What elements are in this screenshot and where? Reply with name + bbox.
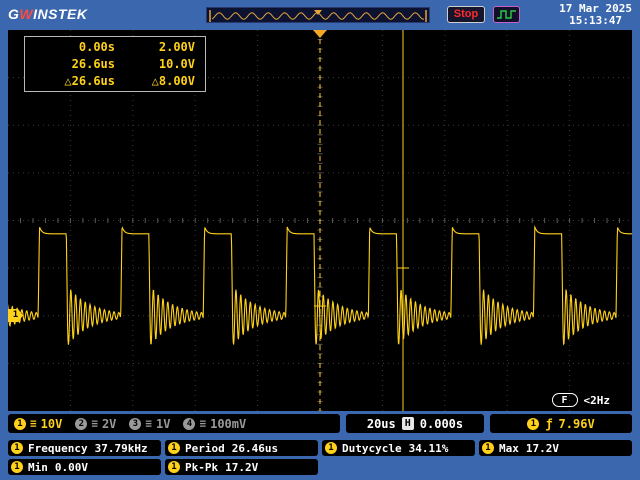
meas-src-badge: 1 [11, 442, 23, 454]
meas-value: 34.11% [408, 441, 449, 455]
scope-display-area: 1 0.00s 2.00V 26.6us 10.0V △26.6us △8.00… [8, 30, 632, 411]
meas-value: 26.46us [231, 441, 279, 455]
channel-2-badge: 2 [75, 417, 88, 430]
preview-waveform-icon [209, 10, 427, 22]
channel-1-badge: 1 [14, 417, 26, 430]
channel-3-badge: 3 [129, 417, 142, 430]
meas-src-badge: 1 [168, 461, 180, 473]
channel-4-scale: 100mV [210, 416, 247, 431]
measurements-row-1: 1 Frequency 37.79kHz 1 Period 26.46us 1 … [8, 440, 632, 456]
time-text: 15:13:47 [569, 14, 623, 27]
channel-1-scale: 10V [40, 416, 63, 431]
channel-2-status[interactable]: 2 ≡ 2V [75, 417, 116, 431]
logo-g: G [8, 6, 20, 22]
trigger-mode-icon[interactable] [493, 6, 520, 23]
cursor-row-1: 0.00s 2.00V [25, 38, 205, 55]
trigger-f-badge: F [551, 393, 578, 407]
status-bar: 1 ≡ 10V 2 ≡ 2V 3 ≡ 1V 4 ≡ 100mV 20us H 0… [8, 414, 632, 433]
channel-1-status[interactable]: 1 ≡ 10V [14, 417, 62, 431]
edge-symbol: ƒ [545, 416, 553, 431]
measurements-row-2: 1 Min 0.00V 1 Pk-Pk 17.2V [8, 459, 632, 475]
meas-label: Max [499, 441, 519, 455]
cursor1-voltage: 2.00V [158, 39, 195, 54]
square-wave-icon [497, 10, 516, 19]
run-stop-indicator[interactable]: Stop [447, 6, 485, 23]
datetime-display: 17 Mar 2025 15:13:47 [559, 3, 632, 27]
coupling-icon: ≡ [91, 417, 98, 430]
trigger-source-badge: 1 [527, 417, 540, 430]
coupling-icon: ≡ [145, 417, 153, 430]
timebase-scale: 20us [366, 416, 396, 431]
measurement-frequency: 1 Frequency 37.79kHz [8, 440, 161, 456]
meas-label: Dutycycle [342, 441, 402, 455]
channel-3-status[interactable]: 3 ≡ 1V [129, 417, 170, 431]
logo-w: W [19, 6, 34, 22]
gwinstek-logo: GWINSTEK [8, 6, 87, 22]
measurement-pkpk: 1 Pk-Pk 17.2V [165, 459, 318, 475]
cursor-row-delta: △26.6us △8.00V [25, 72, 205, 89]
coupling-icon: ≡ [30, 417, 37, 430]
meas-label: Min [28, 460, 48, 474]
channel-4-status[interactable]: 4 ≡ 100mV [183, 417, 246, 431]
channel-3-scale: 1V [156, 416, 171, 431]
top-status-bar: GWINSTEK Stop 17 Mar 2025 15:13:47 [0, 0, 640, 30]
acquisition-preview-bar[interactable] [206, 7, 430, 23]
channel-2-scale: 2V [101, 416, 117, 431]
meas-label: Period [185, 441, 225, 455]
meas-label: Pk-Pk [185, 460, 219, 474]
meas-value: 37.79kHz [94, 441, 148, 455]
cursor-delta-time: △26.6us [64, 73, 115, 88]
timebase-status[interactable]: 20us H 0.000s [346, 414, 484, 433]
trigger-level: 7.96V [558, 416, 595, 431]
horizontal-icon: H [401, 417, 414, 430]
trigger-frequency-value: <2Hz [583, 393, 611, 407]
logo-rest: INSTEK [33, 6, 88, 22]
meas-src-badge: 1 [482, 442, 494, 454]
cursor2-voltage: 10.0V [158, 56, 195, 71]
meas-src-badge: 1 [168, 442, 180, 454]
oscilloscope-screen: GWINSTEK Stop 17 Mar 2025 15:13:47 1 0.0… [0, 0, 640, 480]
cursor1-time: 0.00s [78, 39, 115, 54]
cursor-readout: 0.00s 2.00V 26.6us 10.0V △26.6us △8.00V [24, 36, 206, 92]
measurement-dutycycle: 1 Dutycycle 34.11% [322, 440, 475, 456]
meas-label: Frequency [28, 441, 88, 455]
cursor-row-2: 26.6us 10.0V [25, 55, 205, 72]
trigger-frequency-indicator: F <2Hz [551, 393, 611, 407]
channel-4-badge: 4 [183, 417, 196, 430]
meas-src-badge: 1 [11, 461, 23, 473]
coupling-icon: ≡ [199, 417, 207, 430]
timebase-offset: 0.000s [419, 416, 464, 431]
measurement-min: 1 Min 0.00V [8, 459, 161, 475]
meas-value: 17.2V [225, 460, 259, 474]
meas-value: 17.2V [525, 441, 559, 455]
cursor-delta-voltage: △8.00V [151, 73, 195, 88]
trigger-position-marker[interactable] [313, 30, 327, 38]
measurement-period: 1 Period 26.46us [165, 440, 318, 456]
channel-settings: 1 ≡ 10V 2 ≡ 2V 3 ≡ 1V 4 ≡ 100mV [8, 414, 340, 433]
meas-value: 0.00V [54, 460, 88, 474]
cursor2-time: 26.6us [71, 56, 115, 71]
trigger-status[interactable]: 1 ƒ 7.96V [490, 414, 632, 433]
meas-src-badge: 1 [325, 442, 337, 454]
measurement-max: 1 Max 17.2V [479, 440, 632, 456]
